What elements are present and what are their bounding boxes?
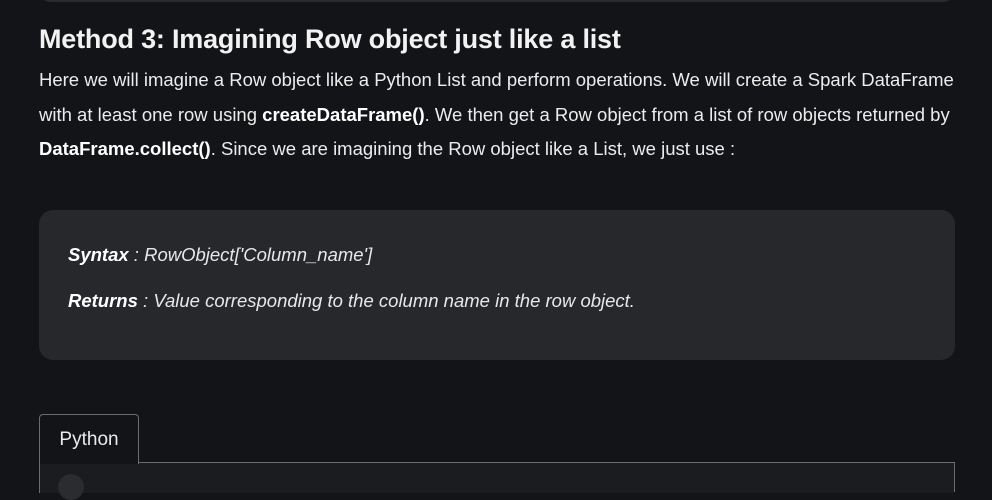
returns-line: Returns : Value corresponding to the col… — [68, 290, 635, 312]
syntax-label: Syntax — [68, 244, 129, 265]
section-heading: Method 3: Imagining Row object just like… — [39, 24, 621, 54]
syntax-line: Syntax : RowObject['Column_name'] — [68, 244, 372, 266]
paragraph-text-2: . We then get a Row object from a list o… — [424, 103, 950, 125]
previous-code-block-edge — [39, 0, 955, 2]
returns-label: Returns — [68, 290, 138, 311]
article-section: Method 3: Imagining Row object just like… — [39, 20, 955, 167]
inline-code-create-dataframe: createDataFrame() — [262, 103, 425, 125]
returns-value: : Value corresponding to the column name… — [137, 290, 635, 311]
paragraph-text-3: . Since we are imagining the Row object … — [210, 138, 736, 159]
code-panel-right-border — [954, 462, 955, 492]
syntax-value: : RowObject['Column_name'] — [128, 244, 373, 265]
syntax-box: Syntax : RowObject['Column_name'] Return… — [39, 210, 955, 360]
inline-code-dataframe-collect: DataFrame.collect() — [39, 138, 211, 159]
tab-python[interactable]: Python — [39, 414, 139, 464]
code-panel-left-border — [39, 463, 40, 493]
code-panel — [40, 463, 954, 493]
section-paragraph: Here we will imagine a Row object like a… — [39, 63, 955, 167]
code-toolbar-icon[interactable] — [58, 474, 84, 500]
